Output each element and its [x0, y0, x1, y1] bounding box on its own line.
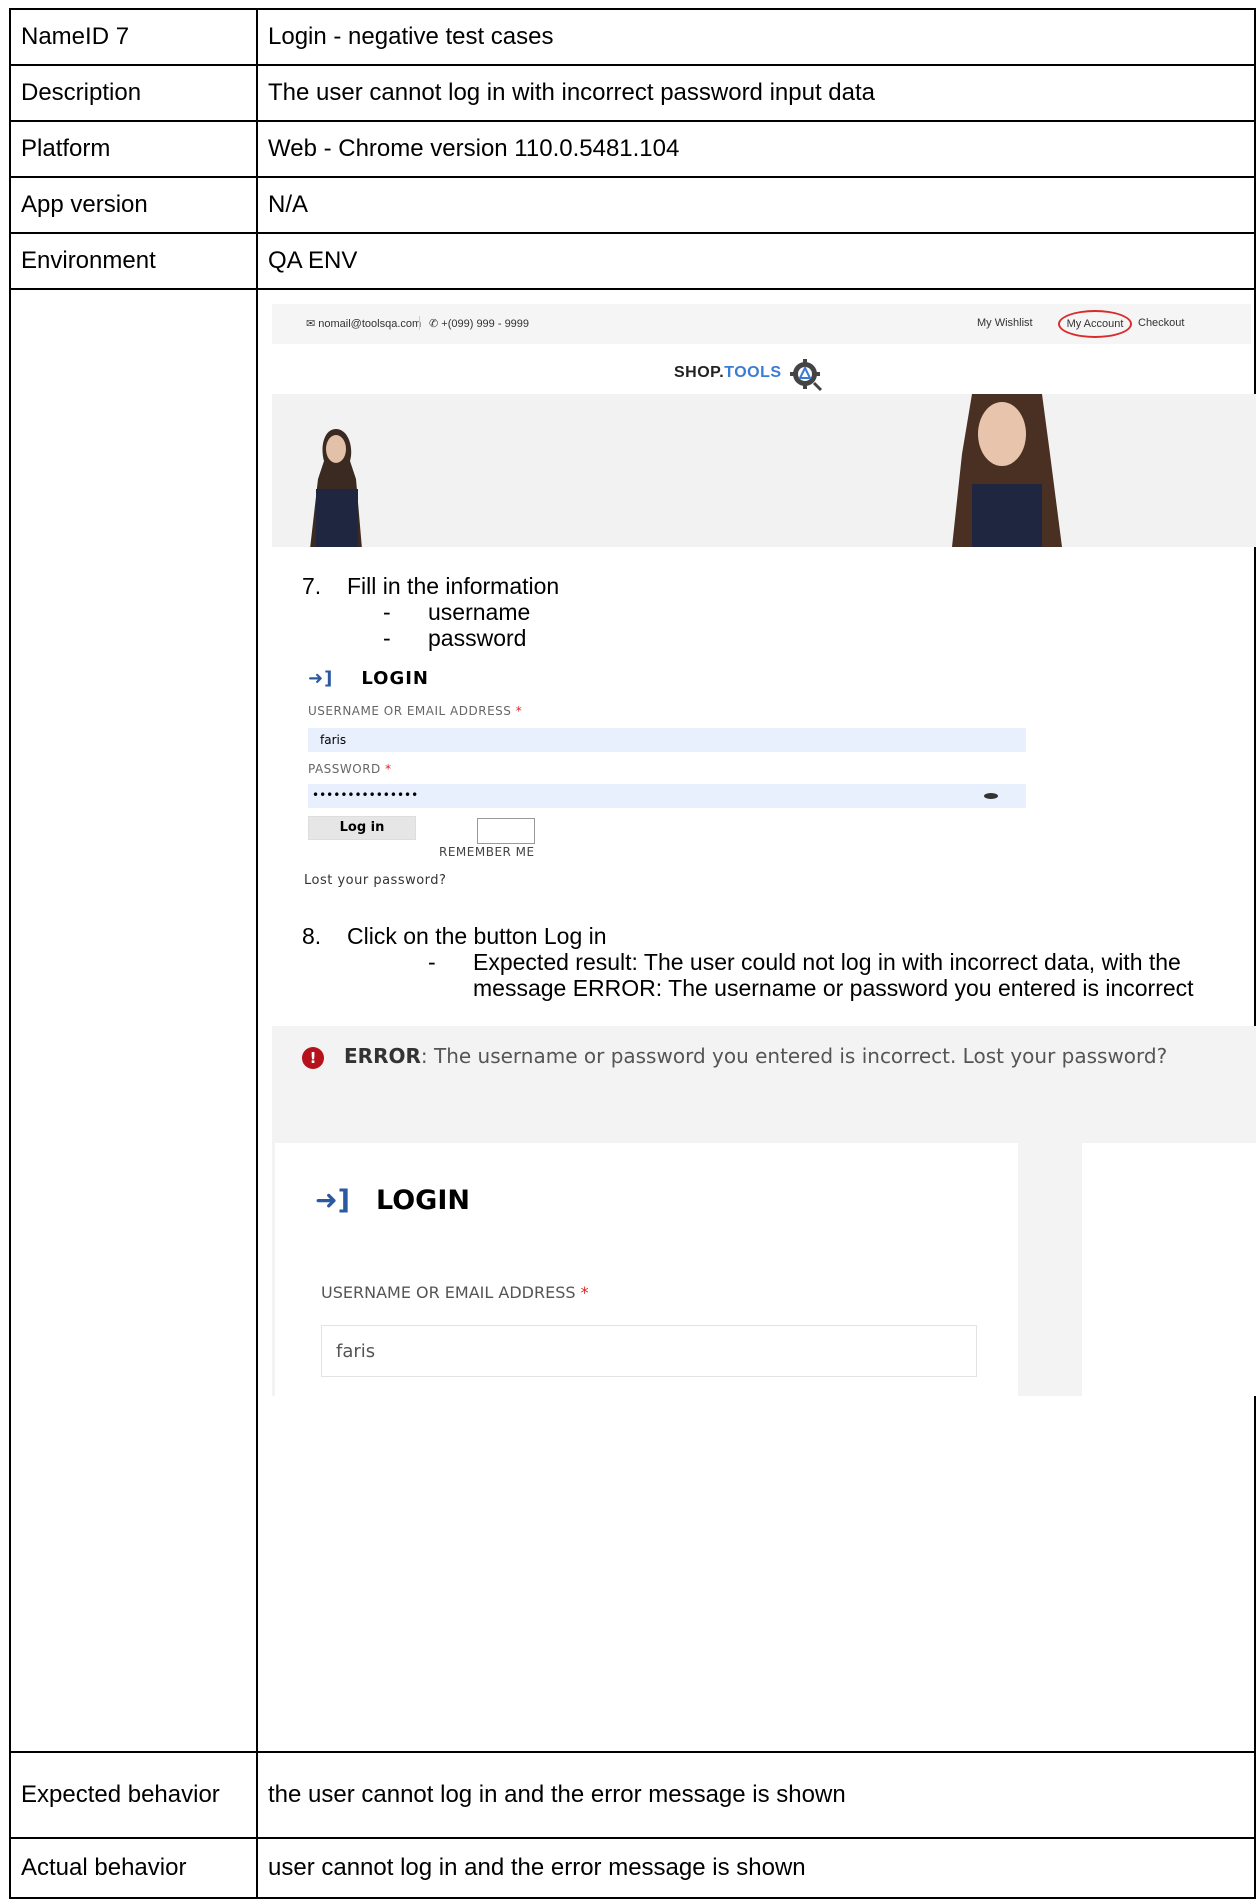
topbar-email[interactable]: ✉ nomail@toolsqa.com: [306, 317, 421, 330]
username-input[interactable]: faris: [308, 728, 1026, 752]
row-value: the user cannot log in and the error mes…: [256, 1751, 1256, 1839]
model-image-right: [952, 394, 1062, 547]
username-input-large[interactable]: faris: [321, 1325, 977, 1377]
model-image-left: [310, 429, 362, 547]
logo-part-2: TOOLS: [724, 364, 782, 381]
step-number: 7.: [302, 573, 322, 599]
my-account-link[interactable]: My Account: [1058, 310, 1132, 338]
test-case-document: NameID 7 Login - negative test cases Des…: [0, 0, 1256, 1899]
expected-result-text: Expected result: The user could not log …: [473, 949, 1194, 1001]
gear-logo-icon: [790, 359, 823, 392]
step-text: Fill in the information: [347, 573, 560, 599]
login-heading-large: ➜] LOGIN: [315, 1185, 470, 1216]
row-value: N/A: [256, 176, 1256, 234]
row-value: Web - Chrome version 110.0.5481.104: [256, 120, 1256, 178]
step-7: 7. Fill in the information - username - pas…: [302, 573, 560, 651]
sign-in-icon: ➜]: [315, 1185, 350, 1216]
email-text: nomail@toolsqa.com: [318, 318, 422, 330]
row-label: Environment: [9, 232, 258, 290]
wishlist-link[interactable]: My Wishlist: [977, 317, 1033, 329]
username-label-text: USERNAME OR EMAIL ADDRESS: [321, 1283, 576, 1302]
table-row: Environment QA ENV: [9, 232, 1256, 290]
phone-text: +(099) 999 - 9999: [441, 318, 530, 330]
row-value: The user cannot log in with incorrect pa…: [256, 64, 1256, 122]
table-row: Expected behavior the user cannot log in…: [9, 1751, 1256, 1839]
error-label: ERROR: [344, 1044, 421, 1068]
error-icon: !: [302, 1046, 324, 1069]
row-value: QA ENV: [256, 232, 1256, 290]
required-star: *: [515, 704, 523, 718]
username-label-text: USERNAME OR EMAIL ADDRESS: [308, 704, 512, 718]
login-card: ➜] LOGIN USERNAME OR EMAIL ADDRESS * fari…: [275, 1143, 1018, 1396]
test-case-table: NameID 7 Login - negative test cases Des…: [9, 8, 1256, 1899]
remember-me-label: REMEMBER ME: [439, 845, 535, 859]
username-label: USERNAME OR EMAIL ADDRESS *: [308, 704, 522, 718]
required-star: *: [385, 762, 392, 776]
row-label: App version: [9, 176, 258, 234]
table-row: App version N/A: [9, 176, 1256, 234]
row-label: NameID 7: [9, 8, 258, 66]
side-panel: [1082, 1143, 1256, 1396]
checkout-link[interactable]: Checkout: [1138, 317, 1184, 329]
expected-label: Expected behavior: [21, 1781, 220, 1808]
row-value: Login - negative test cases: [256, 8, 1256, 66]
divider: [419, 316, 420, 330]
remember-me-checkbox[interactable]: [477, 818, 535, 844]
step-text: Click on the button Log in: [347, 923, 607, 949]
password-input[interactable]: •••••••••••••••: [308, 784, 1026, 808]
sign-in-icon: ➜]: [308, 668, 334, 689]
table-row: NameID 7 Login - negative test cases: [9, 8, 1256, 66]
error-message: ! ERROR: The username or password you ent…: [302, 1044, 1167, 1069]
step-item: username: [428, 599, 531, 625]
password-dots: •••••••••••••••: [312, 788, 419, 802]
row-label: Actual behavior: [9, 1837, 258, 1899]
step-8: 8. Click on the button Log in - Expected r…: [302, 923, 1194, 1001]
table-row: Platform Web - Chrome version 110.0.5481…: [9, 120, 1256, 178]
step-item: password: [428, 625, 527, 651]
steps-cell: ✉ nomail@toolsqa.com ✆ +(099) 999 - 9999…: [256, 288, 1256, 1753]
login-heading-text: LOGIN: [361, 668, 429, 689]
required-star: *: [580, 1283, 589, 1302]
logo-part-1: SHOP.: [674, 364, 725, 381]
hero-banner: [272, 394, 1256, 547]
site-logo[interactable]: SHOP.TOOLS: [674, 364, 782, 382]
row-label-empty: [9, 288, 258, 1753]
steps-screenshots: ✉ nomail@toolsqa.com ✆ +(099) 999 - 9999…: [258, 290, 1256, 1753]
row-value: user cannot log in and the error message…: [256, 1837, 1256, 1899]
row-label: Description: [9, 64, 258, 122]
site-topbar: ✉ nomail@toolsqa.com ✆ +(099) 999 - 9999…: [272, 304, 1251, 344]
password-label-text: PASSWORD: [308, 762, 381, 776]
login-heading-text: LOGIN: [375, 1185, 470, 1216]
topbar-phone: ✆ +(099) 999 - 9999: [429, 318, 530, 330]
step-number: 8.: [302, 923, 322, 949]
error-text: : The username or password you entered i…: [420, 1044, 1168, 1068]
eye-icon[interactable]: [984, 793, 998, 799]
table-row-steps: ✉ nomail@toolsqa.com ✆ +(099) 999 - 9999…: [9, 288, 1256, 1753]
error-screenshot: ! ERROR: The username or password you ent…: [272, 1026, 1256, 1396]
table-row: Description The user cannot log in with …: [9, 64, 1256, 122]
table-row: Actual behavior user cannot log in and t…: [9, 1837, 1256, 1899]
login-heading: ➜] LOGIN: [308, 668, 429, 689]
lost-password-link[interactable]: Lost your password?: [304, 873, 446, 888]
login-button[interactable]: Log in: [308, 816, 416, 840]
row-label: Platform: [9, 120, 258, 178]
row-label: Expected behavior: [9, 1751, 258, 1839]
password-label: PASSWORD *: [308, 762, 392, 776]
username-label-large: USERNAME OR EMAIL ADDRESS *: [321, 1283, 589, 1302]
